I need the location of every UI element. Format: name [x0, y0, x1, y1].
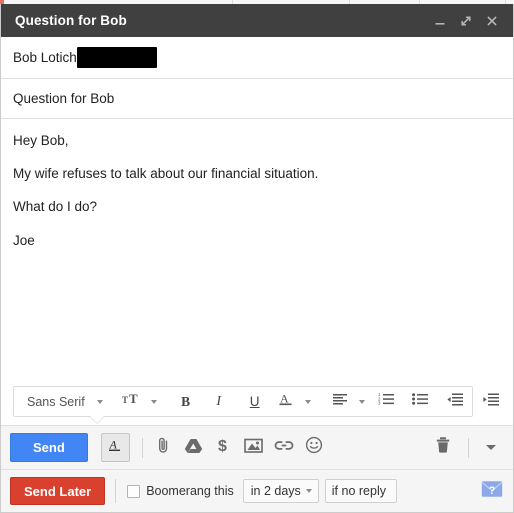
indent-more-icon — [483, 392, 500, 411]
svg-text:?: ? — [489, 485, 496, 497]
recipient-field[interactable]: Bob Lotich — [1, 37, 513, 79]
insert-photo-button[interactable] — [239, 433, 269, 463]
fullscreen-button[interactable] — [453, 8, 479, 34]
svg-text:A: A — [109, 437, 118, 451]
underline-button[interactable]: U — [238, 389, 272, 414]
svg-text:A: A — [280, 391, 289, 405]
bold-button[interactable]: B — [172, 389, 200, 414]
align-left-icon — [332, 392, 348, 411]
compose-title: Question for Bob — [15, 13, 127, 28]
text-color-chevron-down-icon[interactable] — [304, 399, 311, 404]
subject-text: Question for Bob — [13, 91, 115, 106]
font-family-label[interactable]: Sans Serif — [18, 395, 92, 409]
numbered-list-icon: 1 2 3 — [378, 392, 395, 411]
discard-draft-icon — [435, 436, 451, 459]
boomerang-help-button[interactable]: ? — [480, 479, 504, 503]
text-color-button[interactable]: A — [272, 389, 300, 414]
formatting-options-toggle[interactable]: A — [100, 433, 130, 462]
svg-text:T: T — [129, 391, 138, 406]
send-row-divider — [141, 437, 143, 458]
discard-draft-button[interactable] — [428, 433, 458, 463]
send-action-row: Send A $ — [1, 425, 513, 469]
send-later-button[interactable]: Send Later — [10, 477, 106, 505]
font-size-chevron-down-icon[interactable] — [150, 399, 157, 404]
fullscreen-icon — [459, 14, 473, 28]
svg-text:$: $ — [218, 438, 227, 455]
align-button[interactable] — [326, 389, 354, 414]
message-body[interactable]: Hey Bob, My wife refuses to talk about o… — [1, 119, 513, 383]
minimize-icon — [433, 14, 447, 28]
insert-emoji-icon — [305, 436, 323, 459]
quote-button[interactable] — [510, 389, 514, 414]
attach-file-icon — [155, 436, 172, 459]
text-color-icon: A — [278, 391, 294, 413]
text-size-icon: T T — [122, 391, 142, 412]
body-paragraph: My wife refuses to talk about our financ… — [13, 166, 319, 182]
boomerang-delay-chevron-down-icon[interactable] — [305, 489, 312, 493]
boomerang-divider — [115, 479, 117, 503]
boomerang-condition-field[interactable]: if no reply — [324, 479, 397, 503]
italic-button[interactable]: I — [200, 389, 238, 414]
indent-more-button[interactable] — [474, 389, 510, 414]
boomerang-this-label: Boomerang this — [146, 484, 234, 498]
redaction-bar — [76, 47, 157, 68]
minimize-button[interactable] — [427, 8, 453, 34]
compose-window: Question for Bob Bob Lotich Question for… — [0, 4, 514, 513]
insert-money-button[interactable]: $ — [209, 433, 239, 463]
google-drive-icon — [184, 437, 203, 459]
boomerang-condition-value: if no reply — [331, 484, 386, 498]
subject-field[interactable]: Question for Bob — [1, 79, 513, 119]
close-button[interactable] — [479, 8, 505, 34]
bulleted-list-button[interactable] — [404, 389, 438, 414]
indent-less-button[interactable] — [438, 389, 474, 414]
indent-less-icon — [447, 392, 464, 411]
insert-link-button[interactable] — [269, 433, 299, 463]
formatting-toolbar: Sans Serif T T B I U A 1 2 3 — [13, 386, 500, 417]
text-format-icon: A — [107, 437, 123, 459]
insert-link-icon — [274, 439, 294, 457]
body-paragraph: Joe — [13, 232, 35, 248]
boomerang-delay-select[interactable]: in 2 days — [242, 479, 319, 503]
recipient-name: Bob Lotich — [13, 50, 77, 65]
formatting-toolbar-zone: Sans Serif T T B I U A 1 2 3 — [1, 383, 513, 425]
boomerang-help-icon: ? — [481, 480, 503, 503]
more-options-icon — [484, 439, 498, 457]
send-button[interactable]: Send — [10, 433, 88, 462]
font-size-button[interactable]: T T — [118, 389, 146, 414]
boomerang-this-checkbox[interactable] — [127, 484, 141, 498]
boomerang-row: Send Later Boomerang this in 2 days if n… — [1, 469, 513, 512]
numbered-list-button[interactable]: 1 2 3 — [370, 389, 404, 414]
insert-emoji-button[interactable] — [299, 433, 329, 463]
insert-photo-icon — [244, 437, 264, 459]
close-icon — [485, 14, 499, 28]
more-options-button[interactable] — [479, 433, 503, 463]
toolbar-pointer — [90, 416, 104, 423]
google-drive-button[interactable] — [179, 433, 209, 463]
chevron-down-icon[interactable] — [96, 399, 103, 404]
insert-money-icon: $ — [217, 436, 231, 460]
body-paragraph: What do I do? — [13, 199, 98, 215]
compose-title-bar: Question for Bob — [1, 4, 513, 37]
body-paragraph: Hey Bob, — [13, 133, 69, 148]
boomerang-delay-value: in 2 days — [250, 484, 301, 498]
svg-text:T: T — [122, 395, 128, 405]
compose-window-screen: Question for Bob Bob Lotich Question for… — [0, 0, 514, 513]
send-row-divider — [468, 437, 469, 458]
attach-file-button[interactable] — [149, 433, 179, 463]
bulleted-list-icon — [412, 392, 429, 411]
align-chevron-down-icon[interactable] — [358, 399, 365, 404]
svg-text:3: 3 — [378, 401, 381, 406]
